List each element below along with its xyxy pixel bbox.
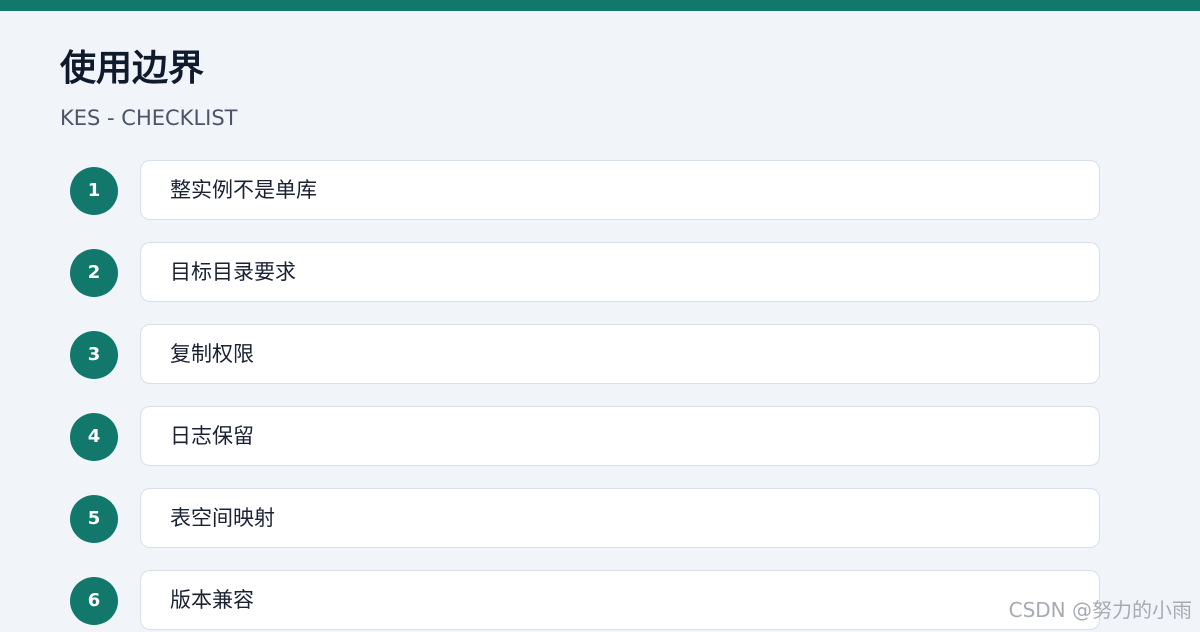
checklist: 1 整实例不是单库 2 目标目录要求 3 复制权限 4 日志保留 5 表空间映射… xyxy=(0,0,1200,630)
checklist-item-label: 复制权限 xyxy=(170,342,254,366)
checklist-item-label: 版本兼容 xyxy=(170,588,254,612)
step-number-badge: 6 xyxy=(70,577,118,625)
step-number-badge: 5 xyxy=(70,495,118,543)
checklist-card: 表空间映射 xyxy=(140,488,1100,548)
step-number-badge: 1 xyxy=(70,167,118,215)
checklist-item-label: 表空间映射 xyxy=(170,506,275,530)
checklist-card: 日志保留 xyxy=(140,406,1100,466)
step-number-badge: 3 xyxy=(70,331,118,379)
checklist-item: 3 复制权限 xyxy=(0,324,1200,386)
checklist-card: 整实例不是单库 xyxy=(140,160,1100,220)
step-number-badge: 4 xyxy=(70,413,118,461)
checklist-item: 2 目标目录要求 xyxy=(0,242,1200,304)
checklist-item: 4 日志保留 xyxy=(0,406,1200,468)
checklist-card: 目标目录要求 xyxy=(140,242,1100,302)
checklist-card: 版本兼容 xyxy=(140,570,1100,630)
checklist-item-label: 整实例不是单库 xyxy=(170,178,317,202)
checklist-item: 5 表空间映射 xyxy=(0,488,1200,550)
checklist-card: 复制权限 xyxy=(140,324,1100,384)
checklist-item-label: 目标目录要求 xyxy=(170,260,296,284)
checklist-item: 1 整实例不是单库 xyxy=(0,160,1200,222)
checklist-item-label: 日志保留 xyxy=(170,424,254,448)
csdn-watermark: CSDN @努力的小雨 xyxy=(1008,598,1192,622)
step-number-badge: 2 xyxy=(70,249,118,297)
